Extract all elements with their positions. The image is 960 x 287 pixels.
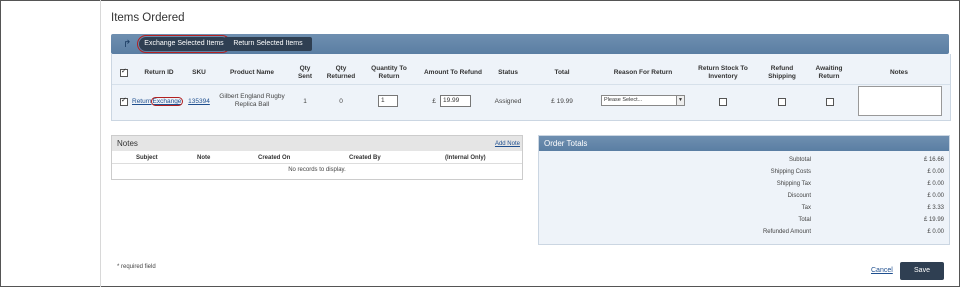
totals-label: Shipping Costs bbox=[770, 169, 811, 175]
qty-sent-cell: 1 bbox=[303, 98, 307, 105]
col-reason-for-return: Reason For Return bbox=[613, 69, 673, 76]
order-totals-title: Order Totals bbox=[544, 139, 588, 148]
notes-col-note: Note bbox=[197, 155, 211, 161]
save-button[interactable]: Save bbox=[900, 262, 944, 280]
totals-label: Tax bbox=[801, 205, 811, 211]
notes-col-created-by: Created By bbox=[349, 155, 381, 161]
col-notes: Notes bbox=[889, 69, 909, 76]
select-all-checkbox[interactable] bbox=[120, 67, 128, 77]
col-sku: SKU bbox=[192, 69, 206, 76]
col-qty-sent: Qty Sent bbox=[297, 65, 313, 80]
notes-empty-message: No records to display. bbox=[288, 167, 346, 173]
col-total: Total bbox=[554, 69, 570, 76]
col-refund-shipping: Refund Shipping bbox=[768, 65, 796, 80]
notes-divider bbox=[112, 163, 522, 164]
quantity-to-return-input[interactable]: 1 bbox=[378, 95, 398, 107]
return-id-cell: ReturnExchange bbox=[132, 97, 184, 106]
return-link[interactable]: Return bbox=[132, 98, 152, 105]
reason-select-value: Please Select... bbox=[604, 97, 643, 103]
reason-for-return-select[interactable]: Please Select... ▼ bbox=[601, 95, 685, 106]
order-totals-header: Order Totals bbox=[539, 136, 949, 151]
currency-symbol: £ bbox=[432, 98, 436, 105]
totals-value: £ 0.00 bbox=[927, 181, 944, 187]
page-title: Items Ordered bbox=[111, 12, 185, 24]
product-name-cell: Gilbert England Rugby Replica Ball bbox=[219, 93, 285, 108]
status-cell: Assigned bbox=[494, 98, 522, 105]
order-totals-panel: Order Totals Subtotal £ 16.66 Shipping C… bbox=[538, 135, 950, 245]
row-select-checkbox[interactable] bbox=[120, 96, 128, 106]
col-status: Status bbox=[498, 69, 518, 76]
exchange-selected-button[interactable]: Exchange Selected Items bbox=[137, 35, 231, 53]
totals-label: Total bbox=[798, 217, 811, 223]
totals-label: Discount bbox=[787, 193, 811, 199]
refund-shipping-checkbox[interactable] bbox=[778, 98, 786, 106]
notes-panel: Notes Add Note Subject Note Created On C… bbox=[111, 135, 523, 180]
notes-col-subject: Subject bbox=[136, 155, 158, 161]
col-awaiting-return: Awaiting Return bbox=[815, 65, 843, 80]
exchange-link[interactable]: Exchange bbox=[150, 97, 184, 106]
return-arrow-icon: ↱ bbox=[123, 39, 132, 50]
col-product-name: Product Name bbox=[229, 69, 275, 76]
return-stock-checkbox[interactable] bbox=[719, 98, 727, 106]
totals-value: £ 0.00 bbox=[927, 229, 944, 235]
content-divider bbox=[100, 0, 101, 287]
row-notes-textarea[interactable] bbox=[858, 86, 942, 116]
totals-label: Subtotal bbox=[788, 157, 811, 163]
sku-link[interactable]: 135394 bbox=[184, 98, 214, 106]
col-qty-returned: Qty Returned bbox=[326, 65, 356, 80]
notes-col-internal-only: (Internal Only) bbox=[445, 155, 486, 161]
notes-title: Notes bbox=[117, 139, 138, 148]
items-toolbar: ↱ Exchange Selected Items Return Selecte… bbox=[111, 34, 949, 54]
col-return-id: Return ID bbox=[144, 69, 174, 76]
notes-col-created-on: Created On bbox=[258, 155, 291, 161]
totals-label: Shipping Tax bbox=[776, 181, 811, 187]
totals-value: £ 16.66 bbox=[923, 157, 944, 163]
add-note-link[interactable]: Add Note bbox=[495, 141, 520, 147]
totals-value: £ 0.00 bbox=[927, 193, 944, 199]
cancel-button[interactable]: Cancel bbox=[871, 267, 893, 274]
return-selected-button[interactable]: Return Selected Items bbox=[224, 37, 312, 51]
totals-value: £ 0.00 bbox=[927, 169, 944, 175]
total-cell: £ 19.99 bbox=[551, 98, 573, 105]
col-amount-to-refund: Amount To Refund bbox=[423, 69, 482, 76]
totals-label: Refunded Amount bbox=[762, 229, 811, 235]
notes-header: Notes Add Note bbox=[112, 136, 522, 151]
totals-value: £ 3.33 bbox=[927, 205, 944, 211]
col-return-stock: Return Stock To Inventory bbox=[698, 65, 748, 80]
amount-to-refund-input[interactable]: 19.99 bbox=[440, 95, 471, 107]
required-field-note: * required field bbox=[117, 264, 156, 270]
qty-returned-cell: 0 bbox=[339, 98, 343, 105]
chevron-down-icon: ▼ bbox=[676, 96, 684, 105]
header-divider bbox=[112, 84, 950, 85]
totals-value: £ 19.99 bbox=[923, 217, 944, 223]
awaiting-return-checkbox[interactable] bbox=[826, 98, 834, 106]
items-table: Return ID SKU Product Name Qty Sent Qty … bbox=[111, 54, 951, 121]
col-quantity-to-return: Quantity To Return bbox=[371, 65, 407, 80]
